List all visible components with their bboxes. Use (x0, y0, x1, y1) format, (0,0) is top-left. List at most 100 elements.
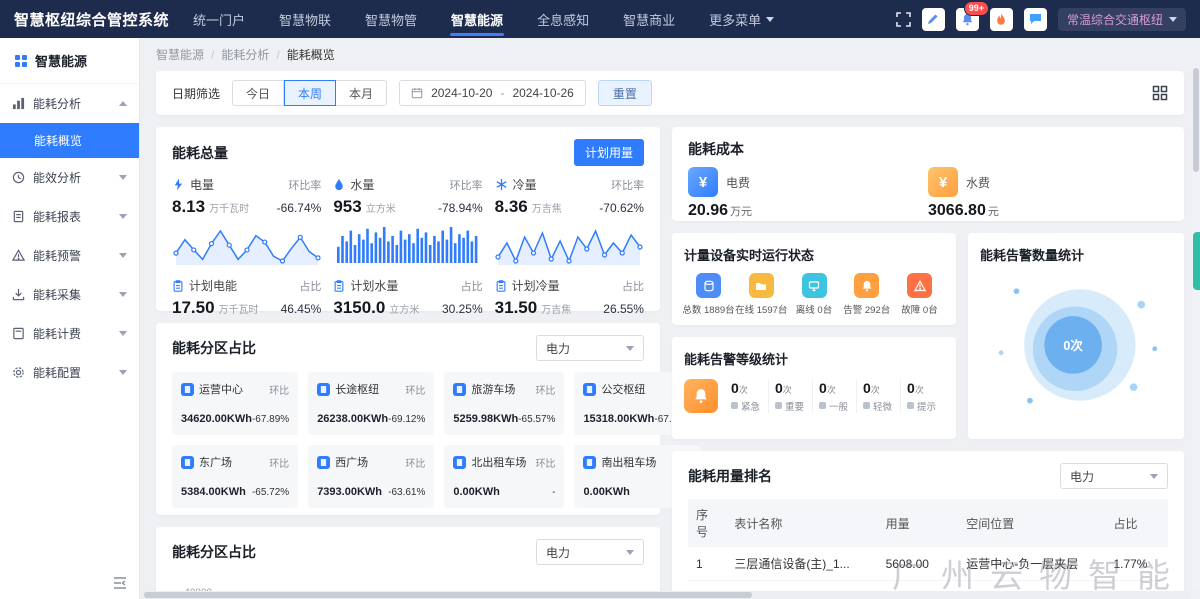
ratio-label: 占比 (622, 278, 644, 294)
energy-type-select[interactable]: 电力 (536, 539, 644, 565)
nav-item-business[interactable]: 智慧商业 (606, 0, 692, 38)
sidebar-module-title: 智慧能源 (0, 38, 139, 84)
ratio-value: 30.25% (442, 302, 483, 316)
device-stat-value: 0台 (817, 305, 832, 316)
tab-this-month[interactable]: 本月 (336, 80, 387, 106)
nav-item-more-menu[interactable]: 更多菜单 (692, 0, 791, 38)
tab-today[interactable]: 今日 (232, 80, 284, 106)
sidebar-footer (0, 567, 139, 599)
zone-tile[interactable]: 北出租车场环比 0.00KWh- (444, 445, 564, 508)
device-stat-label: 故障 (901, 305, 920, 316)
level-count: 0 (907, 380, 915, 396)
nav-item-property[interactable]: 智慧物管 (348, 0, 434, 38)
pen-icon (927, 13, 939, 25)
bar-chart-icon (12, 97, 25, 110)
alarm-level-major: 0次 重要 (768, 380, 812, 413)
station-selector[interactable]: 常温综合交通枢纽 (1058, 8, 1186, 31)
zone-chart-card: 能耗分区占比 电力 40000 30000 (156, 527, 660, 599)
metric-unit: 万吉焦 (532, 200, 562, 215)
alert-icon-button[interactable] (990, 8, 1013, 31)
sidebar-item-energy-report[interactable]: 能耗报表 (0, 197, 139, 236)
zone-tile[interactable]: 西广场环比 7393.00KWh-63.61% (308, 445, 434, 508)
sidebar-item-energy-warning[interactable]: 能耗预警 (0, 236, 139, 275)
sidebar-item-energy-overview[interactable]: 能耗概览 (0, 123, 139, 158)
bell-icon (854, 273, 879, 298)
ratio-value: -70.62% (599, 201, 644, 215)
sidebar-menu: 能耗分析 能耗概览 能效分析 能耗报表 能耗预警 能耗采集 (0, 84, 139, 392)
breadcrumb-item[interactable]: 能耗分析 (221, 46, 269, 63)
hb-label: 环比 (405, 455, 425, 470)
notification-icon-button[interactable]: 99+ (956, 8, 979, 31)
metric-water: 水量 环比率 953 立方米 -78.94% (333, 176, 482, 217)
sidebar-item-energy-config[interactable]: 能耗配置 (0, 353, 139, 392)
sidebar-item-energy-billing[interactable]: 能耗计费 (0, 314, 139, 353)
breadcrumb-separator (269, 48, 286, 62)
zone-value: 34620.00KWh (181, 413, 252, 425)
fullscreen-icon[interactable] (896, 12, 911, 27)
cost-item-water: ¥ 水费 3066.80元 (928, 167, 1168, 220)
zone-name: 西广场 (335, 454, 368, 470)
level-unit: 次 (827, 385, 836, 395)
zone-tile[interactable]: 长途枢纽环比 26238.00KWh-69.12% (308, 372, 434, 435)
notification-badge: 99+ (964, 1, 989, 16)
nav-item-iot[interactable]: 智慧物联 (262, 0, 348, 38)
horizontal-scrollbar-thumb[interactable] (144, 592, 752, 598)
sparkline-row (172, 223, 644, 267)
water-sparkline (333, 223, 483, 267)
main-nav: 统一门户 智慧物联 智慧物管 智慧能源 全息感知 智慧商业 更多菜单 (176, 0, 791, 38)
layout-grid-icon[interactable] (1152, 85, 1168, 101)
sidebar-item-energy-collection[interactable]: 能耗采集 (0, 275, 139, 314)
level-dot-icon (819, 402, 826, 409)
tab-this-week[interactable]: 本周 (284, 80, 336, 106)
metric-unit: 立方米 (366, 200, 396, 215)
chevron-down-icon (119, 175, 127, 180)
ranking-title: 能耗用量排名 (688, 466, 772, 486)
alarm-levels-card: 能耗告警等级统计 0次 紧急 0次 重要 (672, 337, 956, 439)
chevron-down-icon (119, 292, 127, 297)
sidebar-item-energy-analysis[interactable]: 能耗分析 (0, 84, 139, 123)
chevron-up-icon (119, 101, 127, 106)
ratio-label: 环比率 (450, 177, 483, 193)
date-separator: - (500, 86, 504, 100)
breadcrumb-current: 能耗概览 (287, 46, 335, 63)
date-filter-bar: 日期筛选 今日 本周 本月 2024-10-20 - 2024-10-26 重置 (156, 71, 1184, 115)
zone-value: 0.00KWh (583, 486, 629, 498)
sidebar-item-efficiency-analysis[interactable]: 能效分析 (0, 158, 139, 197)
menu-label: 能耗计费 (33, 325, 81, 342)
level-count: 0 (819, 380, 827, 396)
zone-tile[interactable]: 运营中心环比 34620.00KWh-67.89% (172, 372, 298, 435)
nav-item-energy[interactable]: 智慧能源 (434, 0, 520, 38)
plan-value: 31.50 (495, 298, 538, 318)
electricity-fee-icon: ¥ (688, 167, 718, 197)
zone-tile[interactable]: 旅游车场环比 5259.98KWh-65.57% (444, 372, 564, 435)
zone-tile[interactable]: 东广场环比 5384.00KWh-65.72% (172, 445, 298, 508)
plan-usage-button[interactable]: 计划用量 (574, 139, 644, 166)
vertical-scrollbar-thumb[interactable] (1193, 68, 1199, 172)
ratio-value: 46.45% (281, 302, 322, 316)
breadcrumb-item[interactable]: 智慧能源 (156, 46, 204, 63)
device-stat-alarm: 告警 292台 (842, 273, 891, 316)
document-icon (12, 210, 25, 223)
clock-icon (12, 171, 25, 184)
device-stat-value: 0台 (923, 305, 938, 316)
device-stat-online: 在线 1597台 (737, 273, 786, 316)
zone-ratio-title: 能耗分区占比 (172, 338, 256, 358)
nav-item-holo[interactable]: 全息感知 (520, 0, 606, 38)
energy-type-select[interactable]: 电力 (1060, 463, 1168, 489)
metric-value: 8.13 (172, 197, 205, 217)
level-label: 重要 (785, 399, 804, 413)
edit-icon-button[interactable] (922, 8, 945, 31)
side-panel-handle[interactable] (1193, 232, 1200, 290)
hb-label: 环比 (535, 455, 555, 470)
energy-type-select[interactable]: 电力 (536, 335, 644, 361)
alarm-level-critical: 0次 紧急 (725, 380, 768, 413)
content-area: 智慧能源 能耗分析 能耗概览 日期筛选 今日 本周 本月 2024-10-20 … (140, 38, 1200, 599)
nav-item-portal[interactable]: 统一门户 (176, 0, 262, 38)
snowflake-icon (495, 178, 508, 191)
zone-name: 长途枢纽 (335, 381, 379, 397)
collapse-sidebar-icon[interactable] (113, 577, 127, 589)
date-range-picker[interactable]: 2024-10-20 - 2024-10-26 (399, 80, 586, 106)
reset-button[interactable]: 重置 (598, 80, 652, 106)
message-icon-button[interactable] (1024, 8, 1047, 31)
plan-water: 计划水量 占比 3150.0 立方米 30.25% (333, 277, 482, 318)
